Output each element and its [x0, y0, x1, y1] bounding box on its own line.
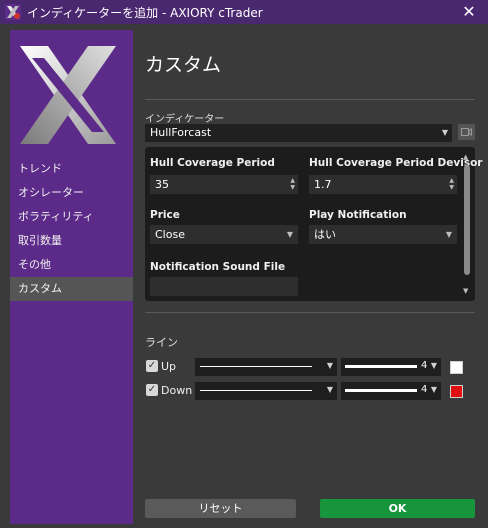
play-notification-select[interactable]: はい ▼ — [309, 225, 457, 244]
up-line-style-select[interactable]: ▼ — [195, 358, 337, 376]
scroll-up-icon[interactable]: ▲ — [463, 153, 468, 161]
sidebar-item-trend[interactable]: トレンド — [10, 157, 133, 181]
indicator-label: インディケーター — [145, 114, 225, 125]
chevron-down-icon: ▼ — [286, 230, 293, 239]
category-list: トレンド オシレーター ボラティリティ 取引数量 その他 カスタム — [10, 157, 133, 301]
main-panel: カスタム インディケーター HullForcast ▼ Hull Coverag… — [145, 30, 482, 524]
play-notification-label: Play Notification — [309, 209, 407, 221]
line-row-down: ✓ Down ▼ 4 ▼ — [145, 382, 475, 400]
down-line-width-select[interactable]: 4 ▼ — [341, 382, 441, 400]
price-value: Close — [155, 228, 185, 241]
close-icon[interactable]: ✕ — [460, 3, 478, 21]
chevron-down-icon: ▼ — [445, 230, 452, 239]
app-logo-icon — [5, 4, 21, 20]
title-divider — [145, 99, 475, 100]
lines-divider — [145, 312, 475, 313]
parameters-scrollbar[interactable]: ▲ ▼ — [463, 153, 471, 295]
scroll-down-icon[interactable]: ▼ — [463, 287, 468, 295]
up-line-width-select[interactable]: 4 ▼ — [341, 358, 441, 376]
up-label: Up — [161, 360, 177, 373]
line-style-preview — [200, 366, 312, 367]
axiory-logo-icon — [18, 40, 118, 150]
indicator-select-value: HullForcast — [150, 126, 212, 139]
hull-period-input[interactable]: 35 ▲ ▼ — [150, 175, 298, 194]
hull-period-value: 35 — [155, 178, 169, 191]
scrollbar-thumb[interactable] — [464, 165, 470, 275]
spinner-icon[interactable]: ▲ ▼ — [449, 177, 454, 191]
line-row-up: ✓ Up ▼ 4 ▼ — [145, 358, 475, 376]
sidebar-item-oscillator[interactable]: オシレーター — [10, 181, 133, 205]
parameters-panel: Hull Coverage Period 35 ▲ ▼ Hull Coverage… — [145, 147, 482, 301]
title-bar: インディケーターを追加 - AXIORY cTrader ✕ — [0, 0, 488, 24]
line-width-preview — [345, 365, 417, 368]
hull-period-label: Hull Coverage Period — [150, 157, 275, 169]
up-checkbox[interactable]: ✓ — [146, 360, 158, 372]
window-title: インディケーターを追加 - AXIORY cTrader — [27, 5, 263, 20]
hull-divisor-input[interactable]: 1.7 ▲ ▼ — [309, 175, 457, 194]
down-color-swatch[interactable] — [450, 385, 463, 398]
sidebar-item-other[interactable]: その他 — [10, 253, 133, 277]
up-color-swatch[interactable] — [450, 361, 463, 374]
chevron-down-icon: ▼ — [441, 128, 448, 137]
camera-icon[interactable] — [458, 124, 475, 140]
down-checkbox[interactable]: ✓ — [146, 384, 158, 396]
down-line-width-value: 4 — [421, 384, 428, 395]
chevron-down-icon: ▼ — [326, 361, 333, 370]
sound-file-label: Notification Sound File — [150, 261, 286, 273]
price-select[interactable]: Close ▼ — [150, 225, 298, 244]
down-label: Down — [161, 384, 193, 397]
line-width-preview — [345, 389, 417, 392]
ok-button[interactable]: OK — [320, 499, 475, 518]
chevron-down-icon: ▼ — [430, 361, 437, 370]
down-line-style-select[interactable]: ▼ — [195, 382, 337, 400]
sidebar-item-volume[interactable]: 取引数量 — [10, 229, 133, 253]
chevron-down-icon: ▼ — [430, 385, 437, 394]
price-label: Price — [150, 209, 180, 221]
sidebar-item-custom[interactable]: カスタム — [10, 277, 133, 301]
indicator-select[interactable]: HullForcast ▼ — [145, 124, 452, 142]
lines-label: ライン — [145, 336, 178, 349]
play-notification-value: はい — [314, 228, 336, 241]
hull-divisor-label: Hull Coverage Period Devisor — [309, 157, 483, 169]
up-line-width-value: 4 — [421, 360, 428, 371]
reset-button[interactable]: リセット — [145, 499, 296, 518]
page-title: カスタム — [145, 54, 222, 76]
sidebar-item-volatility[interactable]: ボラティリティ — [10, 205, 133, 229]
sound-file-input[interactable] — [150, 277, 298, 296]
chevron-down-icon: ▼ — [326, 385, 333, 394]
hull-divisor-value: 1.7 — [314, 178, 332, 191]
spinner-icon[interactable]: ▲ ▼ — [290, 177, 295, 191]
category-sidebar: トレンド オシレーター ボラティリティ 取引数量 その他 カスタム — [10, 30, 133, 524]
line-style-preview — [200, 390, 312, 391]
